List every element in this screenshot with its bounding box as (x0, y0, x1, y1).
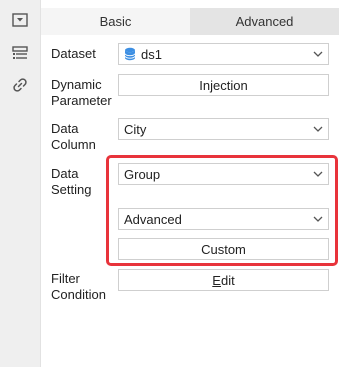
edit-button-mnemonic: E (212, 272, 221, 288)
dynamic-parameter-label: Dynamic Parameter (51, 77, 112, 109)
database-icon (123, 47, 136, 61)
data-column-label-line1: Data (51, 121, 79, 136)
tab-bar: Basic Advanced (41, 8, 339, 35)
dynamic-parameter-label-line1: Dynamic (51, 77, 102, 92)
edit-button-label-rest: dit (220, 272, 235, 288)
tab-advanced[interactable]: Advanced (190, 8, 339, 35)
dataset-value: ds1 (141, 46, 162, 62)
tab-basic[interactable]: Basic (41, 8, 190, 35)
data-column-label-line2: Column (51, 137, 96, 152)
list-layers-icon[interactable] (10, 43, 30, 63)
data-column-label: Data Column (51, 121, 96, 153)
highlight-box (106, 155, 338, 266)
filter-condition-label-line2: Condition (51, 287, 106, 302)
data-setting-label: Data Setting (51, 166, 91, 198)
filter-condition-label: Filter Condition (51, 271, 106, 303)
filter-condition-label-line1: Filter (51, 271, 80, 286)
link-icon[interactable] (10, 75, 30, 95)
dataset-select[interactable]: ds1 (118, 43, 329, 65)
data-setting-label-line1: Data (51, 166, 79, 181)
dataset-label: Dataset (51, 46, 96, 61)
chevron-down-icon[interactable] (308, 44, 328, 64)
data-setting-label-line2: Setting (51, 182, 92, 197)
dropdown-panel-icon[interactable] (10, 10, 30, 30)
left-icon-rail (0, 0, 41, 367)
data-column-select[interactable]: City (118, 118, 329, 140)
edit-button[interactable]: Edit (118, 269, 329, 291)
data-column-value: City (124, 121, 147, 137)
injection-button[interactable]: Injection (118, 74, 329, 96)
dynamic-parameter-label-line2: Parameter (51, 93, 112, 108)
chevron-down-icon[interactable] (308, 119, 328, 139)
